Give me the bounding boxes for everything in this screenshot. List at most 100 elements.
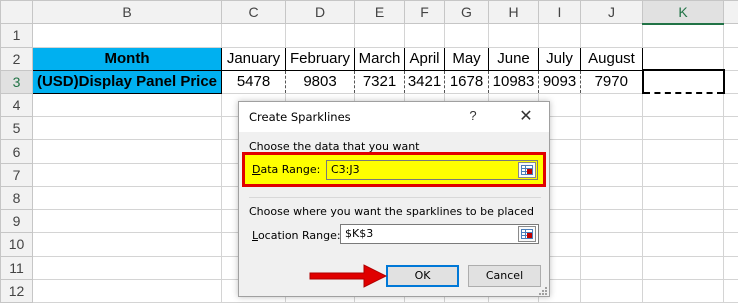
- cell[interactable]: [354, 23, 405, 48]
- cell[interactable]: [580, 162, 643, 187]
- cell[interactable]: [580, 255, 643, 280]
- month-cell[interactable]: February: [285, 46, 355, 71]
- resize-grip-icon[interactable]: [539, 287, 548, 296]
- cell[interactable]: [723, 23, 738, 48]
- cell[interactable]: [32, 139, 222, 164]
- row-header-4[interactable]: 4: [0, 92, 33, 118]
- dialog-titlebar[interactable]: Create Sparklines ? ✕: [239, 102, 549, 132]
- cell[interactable]: [580, 209, 643, 234]
- row-header-6[interactable]: 6: [0, 139, 33, 164]
- month-cell[interactable]: May: [444, 46, 489, 71]
- cell[interactable]: [723, 162, 738, 187]
- cell[interactable]: [642, 92, 724, 118]
- help-button[interactable]: ?: [463, 108, 483, 126]
- cell[interactable]: [642, 255, 724, 280]
- row-header-3[interactable]: 3: [0, 69, 33, 94]
- row-header-11[interactable]: 11: [0, 255, 33, 280]
- cell[interactable]: [580, 185, 643, 211]
- cell[interactable]: [32, 92, 222, 118]
- cell[interactable]: [642, 185, 724, 211]
- cell[interactable]: [580, 116, 643, 141]
- select-all-corner[interactable]: [0, 0, 33, 25]
- value-cell[interactable]: 9093: [538, 69, 581, 94]
- cell[interactable]: [32, 116, 222, 141]
- cell[interactable]: [580, 232, 643, 257]
- column-header-i[interactable]: I: [538, 0, 581, 25]
- column-header-g[interactable]: G: [444, 0, 489, 25]
- cell[interactable]: [723, 255, 738, 280]
- cell[interactable]: [723, 139, 738, 164]
- value-cell[interactable]: 7321: [354, 69, 405, 94]
- value-cell[interactable]: 10983: [488, 69, 539, 94]
- month-header-cell[interactable]: Month: [32, 46, 222, 71]
- cell[interactable]: [285, 23, 355, 48]
- column-header-k[interactable]: K: [642, 0, 724, 25]
- cell[interactable]: [32, 185, 222, 211]
- column-header-d[interactable]: D: [285, 0, 355, 25]
- row-header-10[interactable]: 10: [0, 232, 33, 257]
- cell[interactable]: [723, 46, 738, 71]
- location-range-input[interactable]: $K$3: [340, 224, 539, 244]
- column-header-f[interactable]: F: [404, 0, 445, 25]
- cell[interactable]: [404, 23, 445, 48]
- close-button[interactable]: ✕: [515, 106, 537, 126]
- cell[interactable]: [642, 139, 724, 164]
- cell[interactable]: [723, 209, 738, 234]
- column-header-j[interactable]: J: [580, 0, 643, 25]
- month-cell[interactable]: July: [538, 46, 581, 71]
- cell[interactable]: [32, 23, 222, 48]
- column-header-b[interactable]: B: [32, 0, 222, 25]
- value-cell[interactable]: 9803: [285, 69, 355, 94]
- month-cell[interactable]: August: [580, 46, 643, 71]
- value-cell[interactable]: 1678: [444, 69, 489, 94]
- row-header-7[interactable]: 7: [0, 162, 33, 187]
- cell[interactable]: [32, 209, 222, 234]
- column-header-extra[interactable]: [723, 0, 738, 25]
- cell[interactable]: [642, 232, 724, 257]
- cell[interactable]: [723, 185, 738, 211]
- value-cell[interactable]: 3421: [404, 69, 445, 94]
- cell[interactable]: [580, 278, 643, 303]
- data-range-collapse-button[interactable]: [518, 162, 536, 178]
- month-cell[interactable]: June: [488, 46, 539, 71]
- cell[interactable]: [642, 162, 724, 187]
- column-header-c[interactable]: C: [221, 0, 286, 25]
- month-cell[interactable]: January: [221, 46, 286, 71]
- value-cell[interactable]: 5478: [221, 69, 286, 94]
- cell[interactable]: [32, 162, 222, 187]
- data-range-input[interactable]: C3:J3: [326, 160, 538, 180]
- cell[interactable]: [642, 23, 724, 48]
- cancel-button[interactable]: Cancel: [468, 265, 541, 287]
- row-header-12[interactable]: 12: [0, 278, 33, 303]
- cell[interactable]: [723, 278, 738, 303]
- cell[interactable]: [723, 69, 738, 94]
- row-header-9[interactable]: 9: [0, 209, 33, 234]
- cell[interactable]: [723, 92, 738, 118]
- row-header-1[interactable]: 1: [0, 23, 33, 48]
- cell[interactable]: [642, 209, 724, 234]
- row-header-2[interactable]: 2: [0, 46, 33, 71]
- cell[interactable]: [32, 232, 222, 257]
- cell[interactable]: [444, 23, 489, 48]
- row-header-8[interactable]: 8: [0, 185, 33, 211]
- column-header-e[interactable]: E: [354, 0, 405, 25]
- cell[interactable]: [723, 232, 738, 257]
- location-range-collapse-button[interactable]: [518, 226, 536, 242]
- cell[interactable]: [580, 92, 643, 118]
- cell[interactable]: [538, 23, 581, 48]
- cell[interactable]: [221, 23, 286, 48]
- cell[interactable]: [723, 116, 738, 141]
- price-label-cell[interactable]: (USD)Display Panel Price: [32, 69, 222, 94]
- cell[interactable]: [642, 278, 724, 303]
- month-cell[interactable]: March: [354, 46, 405, 71]
- ok-button[interactable]: OK: [386, 265, 459, 287]
- column-header-h[interactable]: H: [488, 0, 539, 25]
- month-cell[interactable]: April: [404, 46, 445, 71]
- cell[interactable]: [642, 116, 724, 141]
- value-cell[interactable]: 7970: [580, 69, 643, 94]
- cell[interactable]: [32, 255, 222, 280]
- cell[interactable]: [32, 278, 222, 303]
- cell[interactable]: [580, 139, 643, 164]
- selected-cell-k3[interactable]: [641, 69, 725, 95]
- cell[interactable]: [488, 23, 539, 48]
